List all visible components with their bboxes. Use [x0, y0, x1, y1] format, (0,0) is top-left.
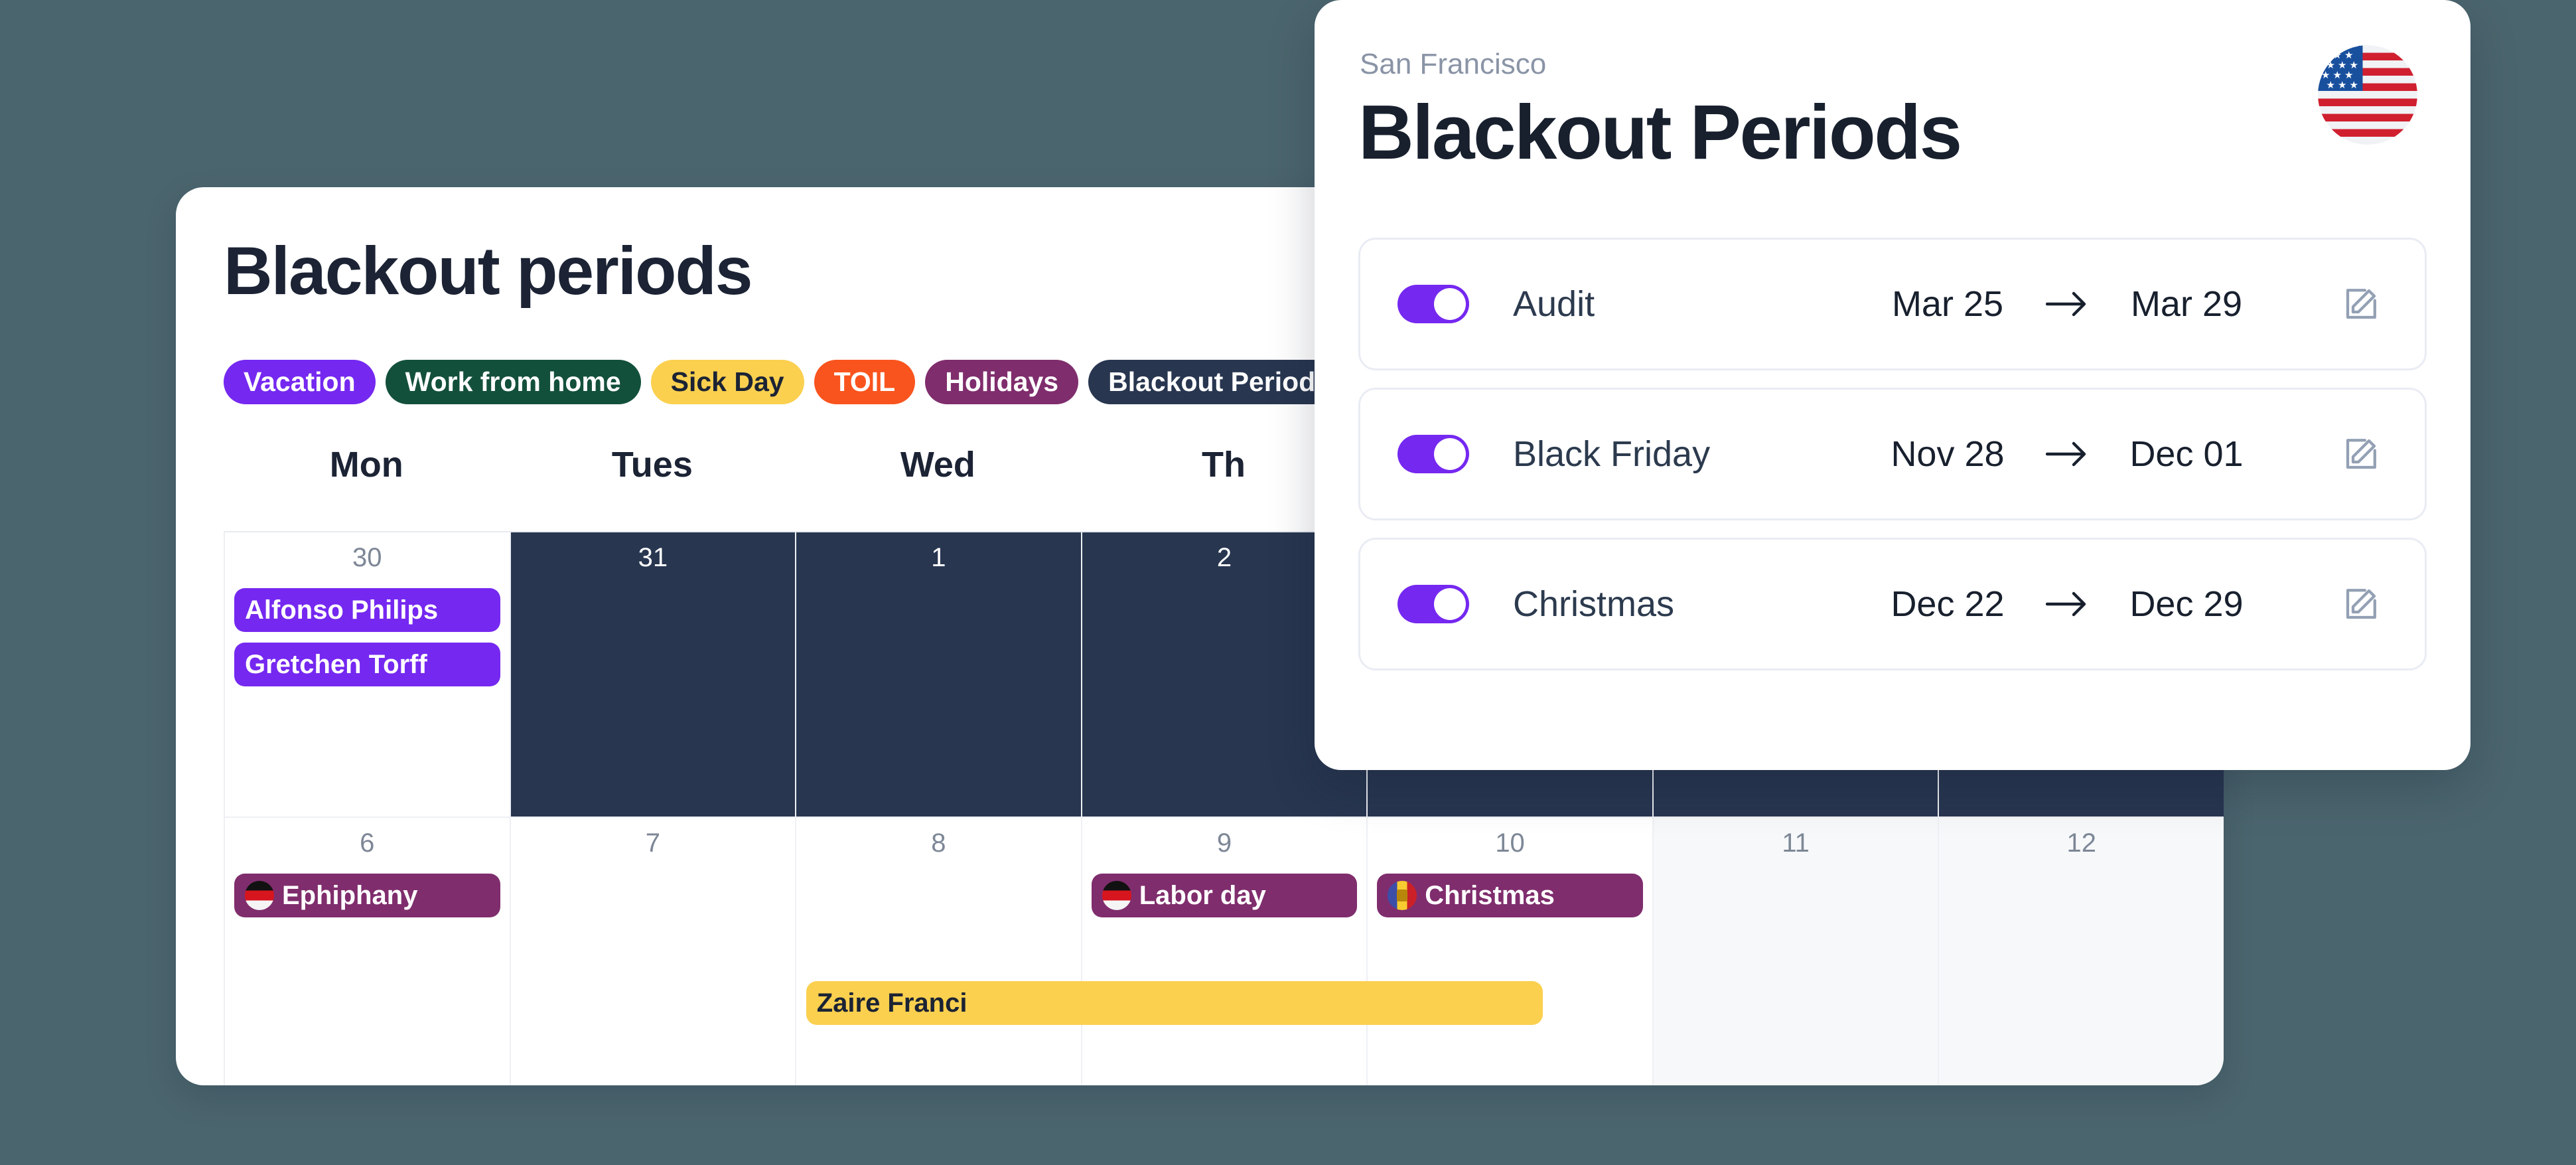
legend-pill[interactable]: Vacation	[224, 360, 376, 405]
panel-title: Blackout Periods	[1358, 89, 1962, 175]
event-label: Ephiphany	[282, 881, 418, 910]
day-number: 12	[2066, 828, 2096, 858]
md-flag-icon	[1388, 881, 1417, 910]
day-event-list: Alfonso Philips Gretchen Torff	[234, 588, 500, 686]
period-enabled-toggle[interactable]	[1397, 585, 1469, 623]
edit-pencil-icon[interactable]	[2337, 580, 2385, 628]
weekday-header: Wed	[900, 445, 975, 485]
calendar-day-cell[interactable]: 12	[1939, 818, 2224, 1085]
day-event-list: Ephiphany	[234, 874, 500, 917]
calendar-day-cell[interactable]: 7	[510, 818, 797, 1085]
svg-text:★: ★	[2350, 80, 2358, 91]
calendar-event-chip[interactable]: Christmas	[1377, 874, 1643, 917]
location-label: San Francisco	[1360, 48, 1547, 80]
blackout-period-row[interactable]: Christmas Dec 22 Dec 29	[1358, 538, 2427, 670]
event-label: Alfonso Philips	[245, 595, 439, 625]
legend-pill[interactable]: Work from home	[385, 360, 641, 405]
period-start-date: Dec 22	[1891, 584, 2005, 624]
calendar-day-cell[interactable]: 9 Labor day Zaire Franci	[806, 818, 1543, 1085]
arrow-right-icon	[2024, 439, 2110, 469]
period-enabled-toggle[interactable]	[1397, 285, 1469, 323]
calendar-day-cell[interactable]: 8	[796, 818, 1082, 1085]
event-label: Labor day	[1139, 881, 1266, 910]
period-name: Christmas	[1513, 584, 1675, 624]
period-enabled-toggle[interactable]	[1397, 435, 1469, 473]
legend-pill-row: Vacation Work from home Sick Day TOIL Holida…	[224, 360, 1336, 405]
calendar-day-cell[interactable]: 1	[796, 532, 1082, 818]
blackout-period-row[interactable]: Black Friday Nov 28 Dec 01	[1358, 388, 2427, 520]
de-flag-icon	[1102, 881, 1131, 910]
us-flag-icon: ★ ★ ★ ★ ★ ★ ★ ★ ★ ★ ★ ★	[2318, 45, 2417, 145]
weekday-header: Mon	[329, 445, 403, 485]
edit-pencil-icon[interactable]	[2337, 280, 2385, 328]
calendar-event-chip[interactable]: Labor day	[1091, 874, 1358, 917]
svg-text:★: ★	[2338, 80, 2346, 91]
calendar-event-chip[interactable]: Alfonso Philips	[234, 588, 500, 632]
day-number: 1	[931, 543, 946, 572]
legend-pill[interactable]: Sick Day	[650, 360, 804, 405]
period-name: Black Friday	[1513, 434, 1711, 474]
svg-text:★: ★	[2321, 50, 2330, 61]
period-start-date: Nov 28	[1891, 434, 2005, 474]
calendar-day-cell[interactable]: 31	[510, 532, 797, 818]
event-label: Zaire Franci	[816, 988, 967, 1018]
day-number: 7	[645, 828, 660, 858]
edit-pencil-icon[interactable]	[2337, 430, 2385, 478]
calendar-event-chip[interactable]: Ephiphany	[234, 874, 500, 917]
day-event-list: Labor day	[1091, 874, 1358, 917]
legend-pill[interactable]: Holidays	[925, 360, 1079, 405]
blackout-periods-panel: San Francisco Blackout Periods ★ ★ ★ ★ ★…	[1315, 0, 2470, 770]
calendar-event-chip[interactable]: Gretchen Torff	[234, 643, 500, 686]
event-label: Christmas	[1425, 881, 1555, 910]
svg-text:★: ★	[2326, 80, 2335, 91]
day-number: 31	[638, 543, 668, 572]
arrow-right-icon	[2024, 289, 2110, 319]
blackout-period-list: Audit Mar 25 Mar 29 Black Friday Nov 28 Dec 0…	[1358, 238, 2427, 670]
calendar-event-chip-span[interactable]: Zaire Franci	[806, 981, 1543, 1025]
de-flag-icon	[245, 881, 274, 910]
day-event-list: Christmas	[1377, 874, 1643, 917]
legend-pill[interactable]: TOIL	[814, 360, 916, 405]
calendar-day-cell[interactable]: 11	[1653, 818, 1940, 1085]
day-number: 30	[352, 543, 382, 572]
calendar-day-cell[interactable]: 30 Alfonso Philips Gretchen Torff	[225, 532, 511, 818]
calendar-day-cell[interactable]: 6 Ephiphany	[225, 818, 511, 1085]
calendar-title: Blackout periods	[224, 233, 753, 309]
day-number: 10	[1495, 828, 1525, 858]
period-name: Audit	[1513, 284, 1595, 324]
weekday-header: Tues	[611, 445, 693, 485]
day-number: 9	[1216, 828, 1232, 858]
calendar-day-cell[interactable]: 10 Christmas	[1368, 818, 1654, 1085]
day-number: 6	[360, 828, 375, 858]
event-label: Gretchen Torff	[245, 650, 427, 679]
day-number: 11	[1782, 828, 1810, 858]
period-end-date: Mar 29	[2130, 284, 2243, 324]
legend-pill[interactable]: Blackout Period	[1088, 360, 1336, 405]
blackout-period-row[interactable]: Audit Mar 25 Mar 29	[1358, 238, 2427, 370]
arrow-right-icon	[2024, 589, 2110, 619]
period-start-date: Mar 25	[1891, 284, 2004, 324]
period-end-date: Dec 29	[2129, 584, 2244, 624]
day-number: 8	[931, 828, 946, 858]
period-end-date: Dec 01	[2129, 434, 2244, 474]
